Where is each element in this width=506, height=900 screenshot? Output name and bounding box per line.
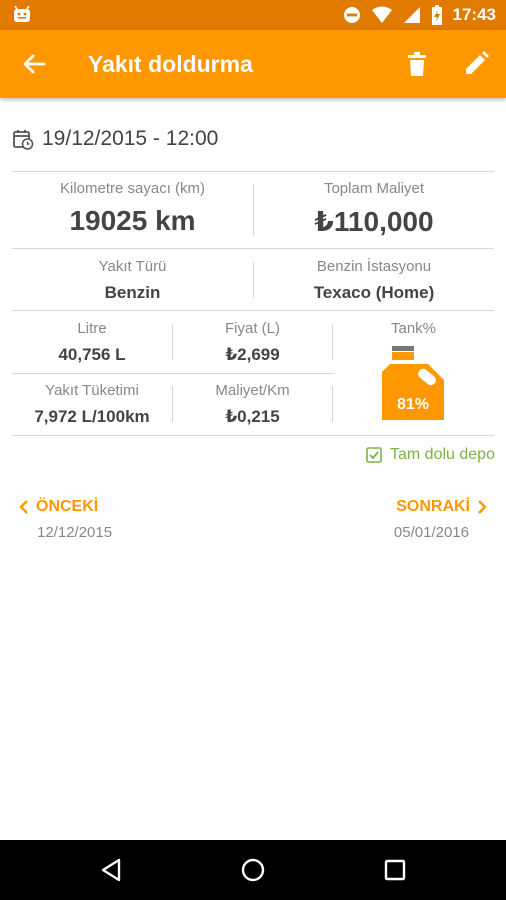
price-label: Fiyat (L) [224,320,280,337]
android-icon [14,6,30,22]
cost-per-km-cell: Maliyet/Km ₺0,215 [173,382,332,427]
cellular-signal-icon [403,7,420,23]
tank-label: Tank% [390,320,437,337]
status-bar: 17:43 [0,0,506,30]
app-bar: Yakıt doldurma [0,30,506,98]
divider [332,386,333,422]
next-date: 05/01/2016 [393,524,469,541]
checkbox-checked-icon [366,447,382,463]
entry-datetime: 19/12/2015 - 12:00 [12,124,218,154]
divider [12,310,494,311]
system-navigation-bar [0,840,506,900]
previous-entry-link[interactable]: ÖNCEKİ 12/12/2015 [18,498,112,541]
station-label: Benzin İstasyonu [316,258,432,275]
battery-charging-icon [431,5,442,25]
total-cost-label: Toplam Maliyet [323,180,425,197]
price-value: ₺2,699 [225,345,280,364]
fuel-type-cell: Yakıt Türü Benzin [12,258,253,303]
page-title: Yakıt doldurma [88,51,253,77]
liters-value: 40,756 L [58,345,126,364]
full-tank-indicator: Tam dolu depo [366,446,495,464]
station-cell: Benzin İstasyonu Texaco (Home) [254,258,494,303]
odometer-cell: Kilometre sayacı (km) 19025 km [12,180,253,237]
fuel-type-label: Yakıt Türü [98,258,167,275]
entry-datetime-text: 19/12/2015 - 12:00 [42,127,219,150]
consumption-cell: Yakıt Tüketimi 7,972 L/100km [12,382,172,427]
odometer-value: 19025 km [69,205,196,236]
nav-home-circle-icon[interactable] [239,856,267,884]
total-cost-cell: Toplam Maliyet ₺110,000 [254,180,494,238]
previous-label[interactable]: ÖNCEKİ [36,498,98,516]
chevron-left-icon [19,500,28,514]
chevron-right-icon [478,500,487,514]
wifi-icon [371,6,392,23]
previous-date: 12/12/2015 [37,524,113,541]
liters-cell: Litre 40,756 L [12,320,172,365]
consumption-label: Yakıt Tüketimi [45,382,139,399]
nav-back-triangle-icon[interactable] [97,856,125,884]
divider [12,248,494,249]
arrow-back-icon[interactable] [20,50,48,78]
price-cell: Fiyat (L) ₺2,699 [173,320,332,365]
odometer-label: Kilometre sayacı (km) [59,180,206,197]
consumption-value: 7,972 L/100km [34,407,150,426]
nav-recents-square-icon[interactable] [381,856,409,884]
cost-per-km-label: Maliyet/Km [215,382,290,399]
status-icons: 17:43 [343,0,496,30]
cost-per-km-value: ₺0,215 [225,407,280,426]
next-entry-link[interactable]: SONRAKİ 05/01/2016 [394,498,488,541]
fuel-type-value: Benzin [104,283,161,302]
divider [12,373,334,374]
status-time: 17:43 [452,5,496,24]
do-not-disturb-icon [343,7,360,23]
tank-percent: 81% [396,396,430,413]
full-tank-label: Tam dolu depo [390,446,495,463]
next-label[interactable]: SONRAKİ [396,498,470,516]
liters-label: Litre [77,320,107,337]
divider [12,435,494,436]
divider [12,171,494,172]
pencil-icon[interactable] [462,50,490,78]
station-value: Texaco (Home) [313,283,435,302]
trash-icon[interactable] [403,50,431,78]
total-cost-value: ₺110,000 [314,206,434,237]
calendar-clock-icon [13,130,34,150]
